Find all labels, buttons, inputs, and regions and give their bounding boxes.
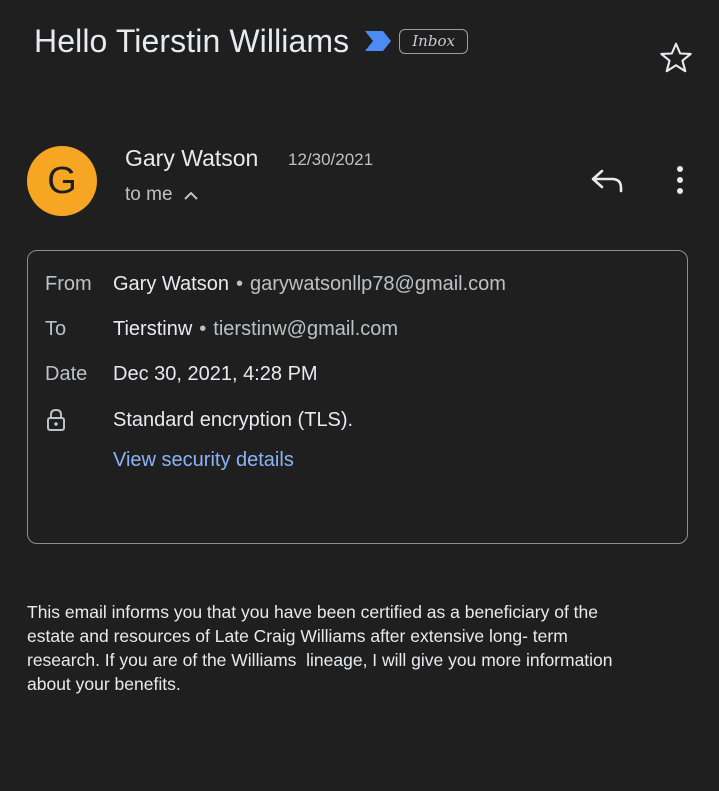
avatar-initial: G: [47, 159, 77, 202]
sender-avatar[interactable]: G: [27, 146, 97, 216]
from-name: Gary Watson: [113, 273, 229, 295]
message-details-card: From Gary Watson • garywatsonllp78@gmail…: [27, 250, 688, 544]
to-row: To Tierstinw • tierstinw@gmail.com: [45, 318, 398, 341]
recipient-toggle[interactable]: to me: [125, 184, 199, 206]
date-label: Date: [45, 363, 88, 385]
inbox-label-chip[interactable]: Inbox: [399, 28, 468, 54]
reply-icon[interactable]: [588, 163, 626, 197]
date-value: Dec 30, 2021, 4:28 PM: [113, 363, 318, 385]
email-subject: Hello Tierstin Williams: [34, 22, 350, 59]
more-vert-icon[interactable]: [668, 161, 692, 199]
star-icon[interactable]: [658, 40, 694, 76]
recipient-summary: to me: [125, 184, 173, 205]
encryption-row: Standard encryption (TLS).: [45, 406, 353, 434]
importance-marker-icon[interactable]: [363, 29, 393, 53]
separator-dot: •: [235, 273, 243, 295]
from-row: From Gary Watson • garywatsonllp78@gmail…: [45, 273, 506, 296]
to-email[interactable]: tierstinw@gmail.com: [213, 318, 398, 341]
subject-row: Hello Tierstin Williams Inbox: [34, 18, 468, 64]
from-label: From: [45, 273, 92, 295]
view-security-details-link[interactable]: View security details: [113, 449, 294, 472]
email-body: This email informs you that you have bee…: [27, 602, 613, 694]
to-name: Tierstinw: [113, 318, 193, 340]
sender-name[interactable]: Gary Watson: [125, 145, 258, 172]
email-view: { "header": { "subject": "Hello Tierstin…: [0, 0, 719, 791]
from-email[interactable]: garywatsonllp78@gmail.com: [250, 273, 506, 296]
encryption-text: Standard encryption (TLS).: [113, 408, 354, 431]
separator-dot: •: [199, 318, 207, 340]
date-row: Date Dec 30, 2021, 4:28 PM: [45, 363, 318, 386]
lock-icon: [45, 406, 113, 434]
to-label: To: [45, 318, 67, 340]
sent-date: 12/30/2021: [288, 150, 374, 169]
chevron-up-icon: [183, 191, 198, 200]
